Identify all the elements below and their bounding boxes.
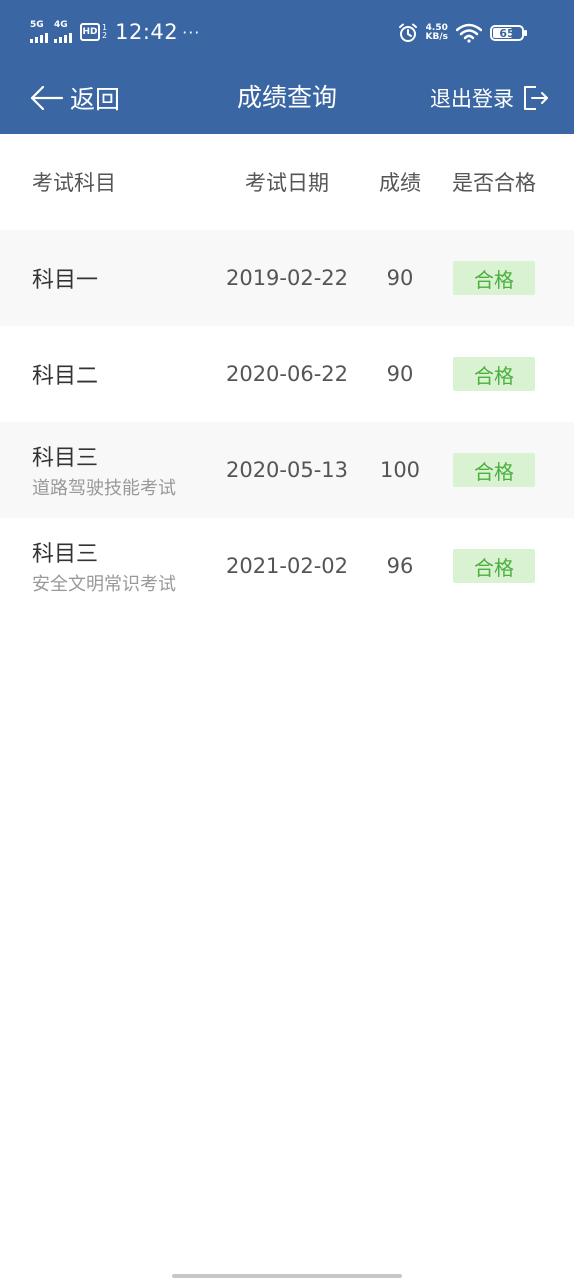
row-score: 90 (362, 326, 438, 422)
wifi-icon (456, 23, 482, 43)
exam-score: 96 (386, 554, 414, 578)
table-row: 科目三 道路驾驶技能考试 2020-05-13 100 合格 (0, 422, 574, 518)
subject-name: 科目三 (32, 542, 99, 567)
exam-date: 2020-06-22 (225, 362, 349, 386)
status-bar: 5G 4G HD 1 2 12:42 ··· 4.50 KB/s 65 (0, 0, 574, 64)
row-score: 96 (362, 518, 438, 614)
row-pass: 合格 (440, 326, 548, 422)
table-row: 科目二 2020-06-22 90 合格 (0, 326, 574, 422)
header-subject: 考试科目 (32, 171, 116, 195)
subject-subtitle: 道路驾驶技能考试 (32, 478, 176, 499)
status-left: 5G 4G HD 1 2 12:42 ··· (30, 18, 200, 46)
row-subject: 科目二 (32, 326, 212, 422)
network-speed: 4.50 KB/s (426, 24, 448, 42)
signal-5g-label: 5G (30, 20, 44, 30)
battery-level: 65 (499, 26, 515, 40)
app-bar: 返回 成绩查询 退出登录 (0, 64, 574, 134)
battery-icon: 65 (490, 25, 527, 41)
subject-subtitle: 安全文明常识考试 (32, 574, 176, 595)
logout-label: 退出登录 (430, 87, 514, 111)
hd-sim-indicator: 1 2 (102, 24, 107, 40)
row-subject: 科目一 (32, 230, 212, 326)
pass-badge: 合格 (453, 549, 535, 583)
row-date: 2021-02-02 (212, 518, 362, 614)
row-score: 90 (362, 230, 438, 326)
clock: 12:42 (115, 20, 179, 44)
exam-score: 90 (386, 362, 414, 386)
row-date: 2020-06-22 (212, 326, 362, 422)
row-date: 2019-02-22 (212, 230, 362, 326)
logout-button[interactable]: 退出登录 (430, 80, 550, 116)
subject-name: 科目三 (32, 446, 99, 471)
alarm-icon (398, 23, 417, 42)
table-row: 科目三 安全文明常识考试 2021-02-02 96 合格 (0, 518, 574, 614)
home-indicator[interactable] (172, 1274, 402, 1278)
row-subject: 科目三 安全文明常识考试 (32, 518, 212, 614)
more-notifications-icon: ··· (182, 22, 201, 42)
signal-4g-label: 4G (54, 20, 68, 30)
pass-badge: 合格 (453, 357, 535, 391)
exam-date: 2020-05-13 (225, 458, 349, 482)
pass-badge: 合格 (453, 261, 535, 295)
exam-date: 2021-02-02 (225, 554, 349, 578)
signal-bars-icon (54, 32, 72, 43)
table-row: 科目一 2019-02-22 90 合格 (0, 230, 574, 326)
network-speed-unit: KB/s (425, 32, 448, 42)
row-score: 100 (362, 422, 438, 518)
logout-icon (524, 86, 548, 110)
row-pass: 合格 (440, 422, 548, 518)
header-pass: 是否合格 (452, 171, 536, 195)
signal-bars-icon (30, 32, 48, 43)
header-date: 考试日期 (245, 171, 329, 195)
signal-4g: 4G (54, 21, 72, 43)
row-subject: 科目三 道路驾驶技能考试 (32, 422, 212, 518)
row-pass: 合格 (440, 518, 548, 614)
pass-badge: 合格 (453, 453, 535, 487)
exam-score: 100 (379, 458, 421, 482)
exam-date: 2019-02-22 (225, 266, 349, 290)
exam-score: 90 (386, 266, 414, 290)
row-date: 2020-05-13 (212, 422, 362, 518)
hd-icon: HD (80, 23, 100, 41)
score-query-page: 5G 4G HD 1 2 12:42 ··· 4.50 KB/s 65 返回 成… (0, 0, 574, 1280)
row-pass: 合格 (440, 230, 548, 326)
score-table: 考试科目 考试日期 成绩 是否合格 科目一 2019-02-22 90 合格 科… (0, 134, 574, 614)
header: 5G 4G HD 1 2 12:42 ··· 4.50 KB/s 65 返回 成… (0, 0, 574, 134)
status-right: 4.50 KB/s 65 (398, 20, 527, 46)
hd-sim-2: 2 (102, 31, 108, 40)
signal-5g: 5G (30, 21, 48, 43)
subject-name: 科目二 (32, 364, 99, 389)
header-score: 成绩 (379, 171, 421, 195)
table-header: 考试科目 考试日期 成绩 是否合格 (0, 134, 574, 230)
subject-name: 科目一 (32, 268, 99, 293)
